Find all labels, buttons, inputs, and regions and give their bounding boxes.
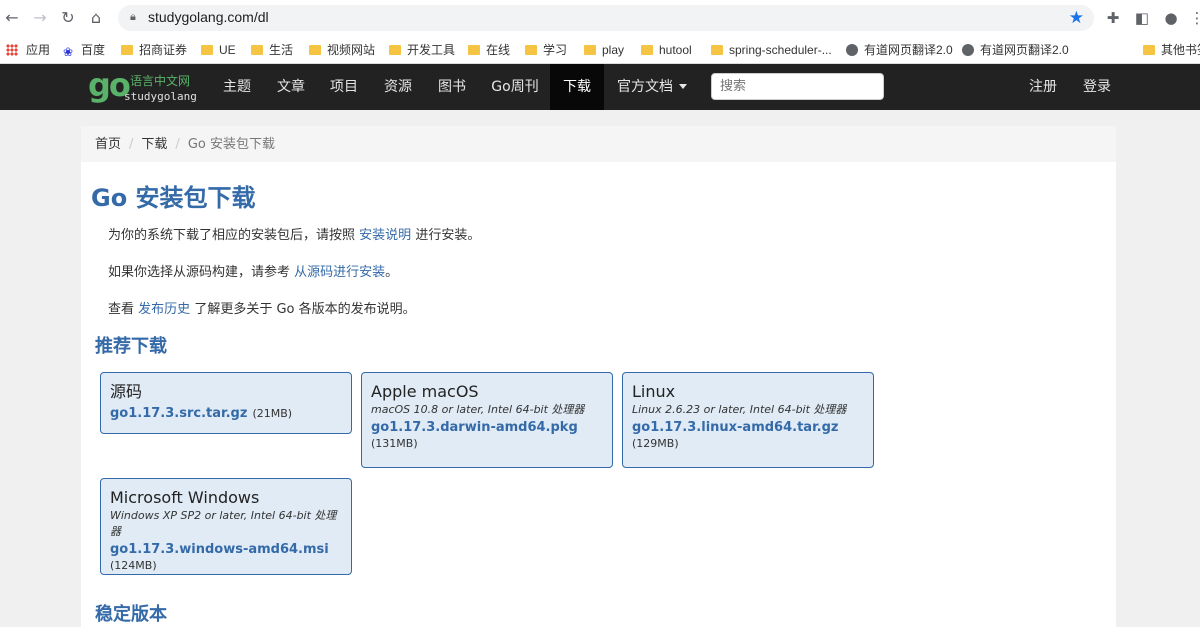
globe-icon bbox=[846, 44, 858, 56]
recommended-section-title: 推荐下载 bbox=[95, 336, 167, 357]
nav-download[interactable]: 下载 bbox=[550, 64, 604, 110]
profile-icon[interactable]: ● bbox=[1160, 7, 1182, 29]
folder-icon bbox=[711, 45, 723, 55]
source-install-link[interactable]: 从源码进行安装 bbox=[294, 265, 385, 280]
browser-toolbar: ← → ↻ ⌂ 🔒︎ studygolang.com/dl ★ ✚ ◧ ● ⋮ bbox=[0, 0, 1200, 36]
bookmark-folder[interactable]: 招商证券 bbox=[121, 40, 187, 60]
back-arrow-icon[interactable]: ← bbox=[2, 8, 22, 28]
download-file-link[interactable]: go1.17.3.linux-amd64.tar.gz bbox=[632, 418, 864, 437]
menu-icon[interactable]: ⋮ bbox=[1186, 7, 1200, 29]
lock-icon: 🔒︎ bbox=[130, 10, 136, 23]
breadcrumb-current: Go 安装包下载 bbox=[187, 137, 275, 152]
release-history-link[interactable]: 发布历史 bbox=[138, 302, 190, 317]
release-history-text: 查看 发布历史 了解更多关于 Go 各版本的发布说明。 bbox=[108, 302, 416, 317]
search-input[interactable] bbox=[711, 73, 884, 100]
baidu-icon: ❀ bbox=[63, 45, 74, 59]
bookmark-other[interactable]: 其他书签 bbox=[1143, 40, 1200, 60]
nav-articles[interactable]: 文章 bbox=[268, 64, 314, 110]
nav-official-docs[interactable]: 官方文档 bbox=[610, 64, 694, 110]
breadcrumb-download[interactable]: 下载 bbox=[141, 137, 167, 152]
folder-icon bbox=[389, 45, 401, 55]
login-link[interactable]: 登录 bbox=[1075, 64, 1119, 110]
folder-icon bbox=[525, 45, 537, 55]
bookmark-folder[interactable]: 开发工具 bbox=[389, 40, 455, 60]
nav-books[interactable]: 图书 bbox=[429, 64, 475, 110]
bookmarks-bar: 应用 ❀ 百度 招商证券 UE 生活 视频网站 开发工具 在线 学习 play h… bbox=[0, 36, 1200, 64]
bookmark-apps[interactable]: 应用 bbox=[6, 40, 50, 60]
bookmark-folder[interactable]: spring-scheduler-... bbox=[711, 40, 832, 60]
url-text: studygolang.com/dl bbox=[148, 9, 269, 25]
bookmark-youdao[interactable]: 有道网页翻译2.0 bbox=[962, 40, 1069, 60]
home-icon[interactable]: ⌂ bbox=[86, 8, 106, 28]
nav-resources[interactable]: 资源 bbox=[375, 64, 421, 110]
site-navbar: go 语言中文网 studygolang 主题 文章 项目 资源 图书 Go周刊… bbox=[0, 64, 1200, 110]
breadcrumb-separator: / bbox=[175, 137, 180, 152]
bookmark-folder[interactable]: 生活 bbox=[251, 40, 293, 60]
breadcrumb-separator: / bbox=[129, 137, 134, 152]
bookmark-folder[interactable]: hutool bbox=[641, 40, 692, 60]
side-panel-icon[interactable]: ◧ bbox=[1131, 7, 1153, 29]
extensions-icon[interactable]: ✚ bbox=[1102, 7, 1124, 29]
folder-icon bbox=[468, 45, 480, 55]
folder-icon bbox=[309, 45, 321, 55]
bookmark-folder[interactable]: 学习 bbox=[525, 40, 567, 60]
download-file-link[interactable]: go1.17.3.src.tar.gz bbox=[110, 406, 247, 421]
bookmark-folder[interactable]: UE bbox=[201, 40, 236, 60]
bookmark-folder[interactable]: 在线 bbox=[468, 40, 510, 60]
source-build-text: 如果你选择从源码构建，请参考 从源码进行安装。 bbox=[108, 265, 399, 280]
stable-section-title: 稳定版本 bbox=[95, 604, 167, 625]
nav-projects[interactable]: 项目 bbox=[321, 64, 367, 110]
bookmark-star-icon[interactable]: ★ bbox=[1069, 8, 1084, 28]
download-card-windows[interactable]: Microsoft Windows Windows XP SP2 or late… bbox=[100, 478, 352, 575]
address-bar[interactable]: 🔒︎ studygolang.com/dl ★ bbox=[118, 5, 1094, 31]
go-logo-icon: go bbox=[88, 66, 131, 104]
folder-icon bbox=[121, 45, 133, 55]
download-card-macos[interactable]: Apple macOS macOS 10.8 or later, Intel 6… bbox=[361, 372, 613, 468]
install-instructions-text: 为你的系统下载了相应的安装包后，请按照 安装说明 进行安装。 bbox=[108, 228, 481, 243]
folder-icon bbox=[584, 45, 596, 55]
nav-weekly[interactable]: Go周刊 bbox=[483, 64, 547, 110]
folder-icon bbox=[201, 45, 213, 55]
apps-icon bbox=[6, 44, 18, 56]
bookmark-folder[interactable]: 视频网站 bbox=[309, 40, 375, 60]
folder-icon bbox=[641, 45, 653, 55]
bookmark-baidu[interactable]: ❀ 百度 bbox=[63, 40, 105, 60]
download-file-link[interactable]: go1.17.3.darwin-amd64.pkg bbox=[371, 418, 603, 437]
site-logo[interactable]: go 语言中文网 studygolang bbox=[88, 66, 208, 108]
breadcrumb: 首页 / 下载 / Go 安装包下载 bbox=[81, 126, 1116, 162]
breadcrumb-home[interactable]: 首页 bbox=[95, 137, 121, 152]
register-link[interactable]: 注册 bbox=[1021, 64, 1065, 110]
download-card-linux[interactable]: Linux Linux 2.6.23 or later, Intel 64-bi… bbox=[622, 372, 874, 468]
main-content: 首页 / 下载 / Go 安装包下载 Go 安装包下载 为你的系统下载了相应的安装包后，… bbox=[81, 126, 1116, 627]
caret-down-icon bbox=[679, 84, 687, 89]
install-guide-link[interactable]: 安装说明 bbox=[359, 228, 411, 243]
folder-icon bbox=[251, 45, 263, 55]
download-file-link[interactable]: go1.17.3.windows-amd64.msi bbox=[110, 540, 342, 559]
forward-arrow-icon[interactable]: → bbox=[30, 8, 50, 28]
folder-icon bbox=[1143, 45, 1155, 55]
download-card-source[interactable]: 源码 go1.17.3.src.tar.gz (21MB) bbox=[100, 372, 352, 434]
page-title: Go 安装包下载 bbox=[91, 184, 256, 212]
globe-icon bbox=[962, 44, 974, 56]
bookmark-youdao[interactable]: 有道网页翻译2.0 bbox=[846, 40, 953, 60]
reload-icon[interactable]: ↻ bbox=[58, 8, 78, 28]
nav-topics[interactable]: 主题 bbox=[214, 64, 260, 110]
bookmark-folder[interactable]: play bbox=[584, 40, 624, 60]
